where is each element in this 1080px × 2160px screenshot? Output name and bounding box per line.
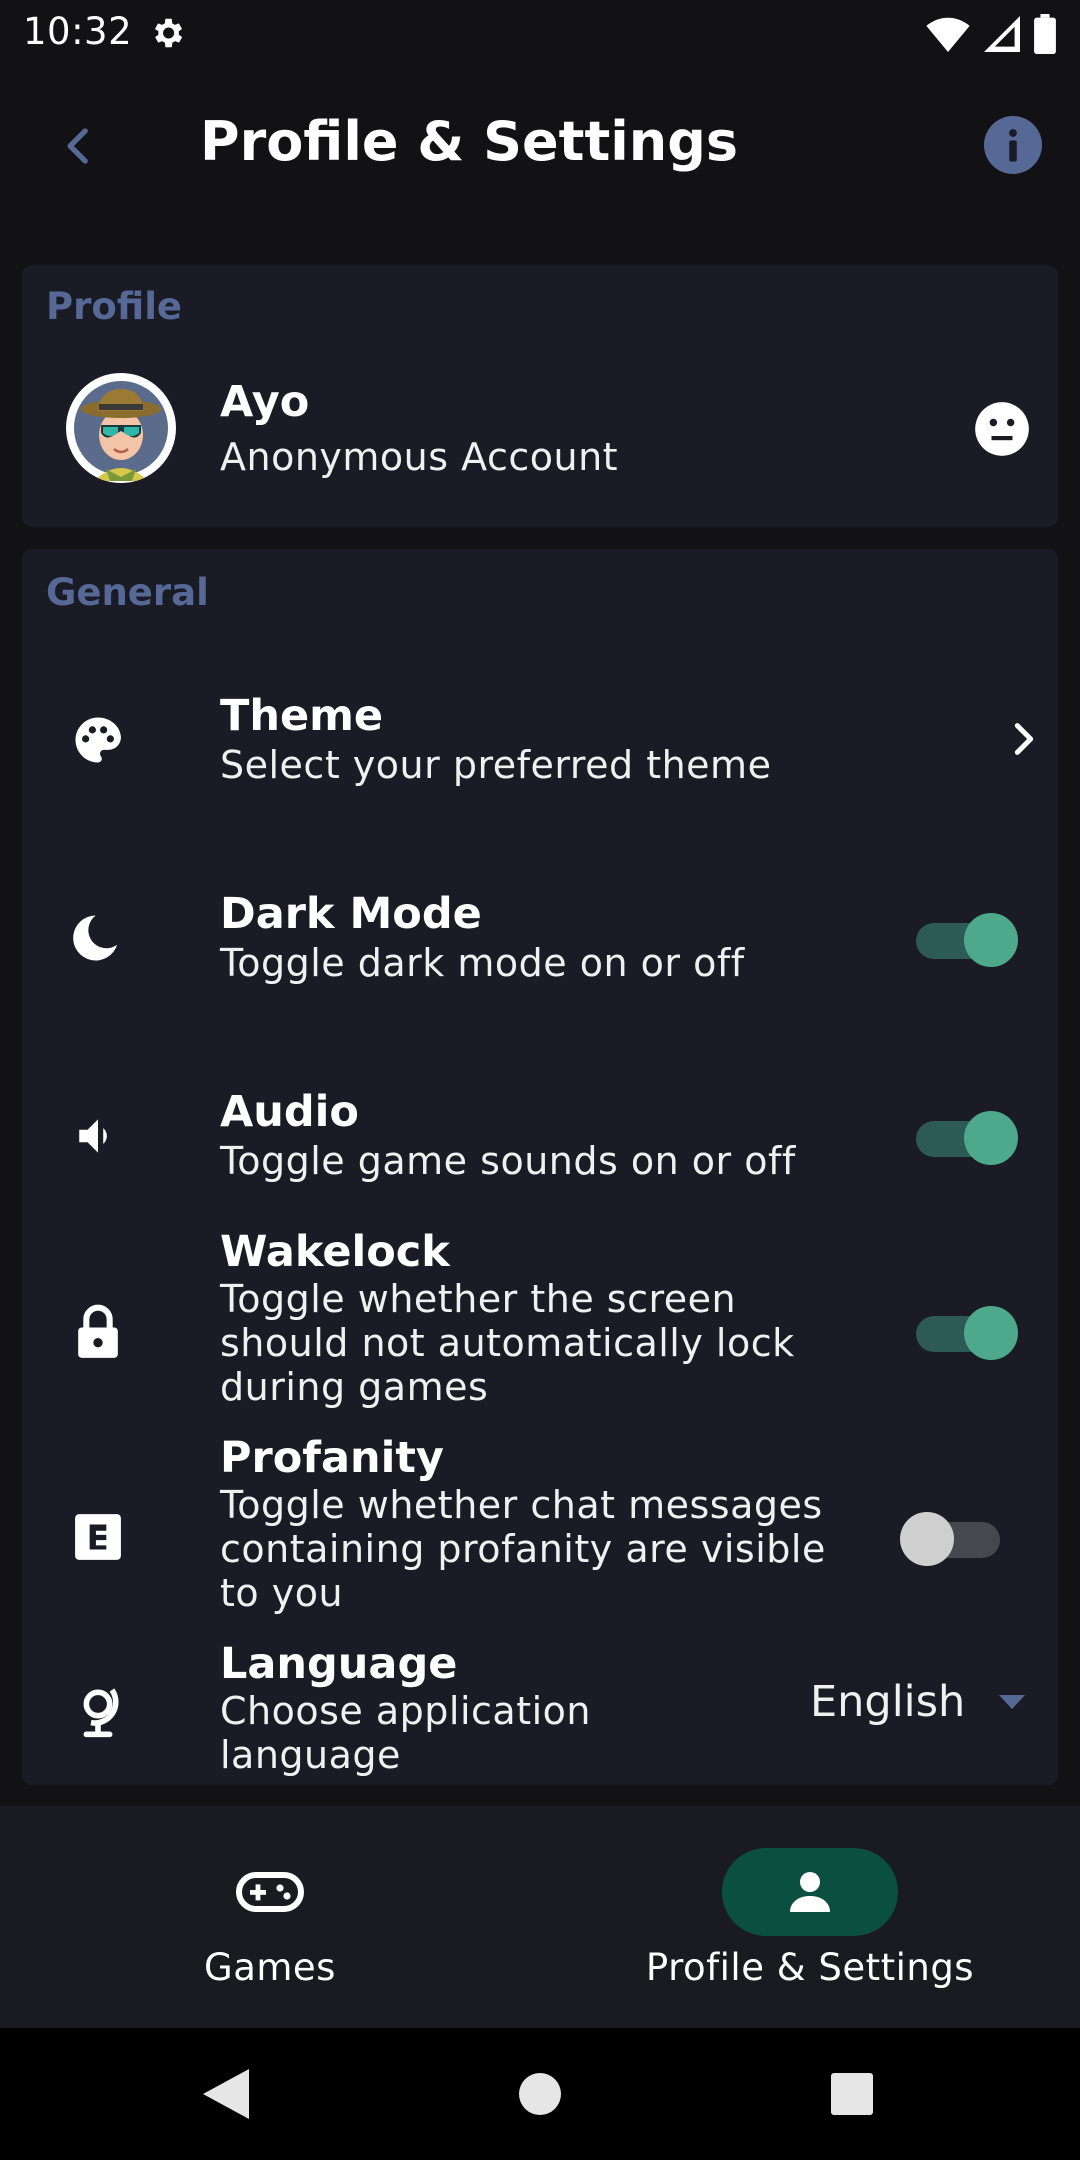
setting-row-dark-mode[interactable]: Dark Mode Toggle dark mode on or off bbox=[22, 847, 1058, 1027]
status-bar: 10:32 bbox=[0, 0, 1080, 66]
nav-profile-active-indicator bbox=[722, 1848, 898, 1936]
section-label-profile: Profile bbox=[46, 285, 182, 328]
system-recents-button[interactable] bbox=[822, 2064, 882, 2124]
system-nav-bar bbox=[0, 2028, 1080, 2160]
dark-mode-description: Toggle dark mode on or off bbox=[220, 941, 745, 985]
battery-icon bbox=[1034, 14, 1056, 54]
signal-icon bbox=[984, 16, 1020, 52]
info-icon bbox=[1009, 129, 1017, 162]
globe-icon bbox=[70, 1683, 126, 1739]
setting-row-profanity[interactable]: Profanity Toggle whether chat messages c… bbox=[22, 1433, 1058, 1639]
toggle-thumb bbox=[964, 913, 1018, 967]
person-icon bbox=[790, 1872, 830, 1912]
setting-row-theme[interactable]: Theme Select your preferred theme bbox=[22, 649, 1058, 829]
triangle-back-icon bbox=[203, 2069, 249, 2119]
back-button[interactable] bbox=[48, 118, 104, 174]
setting-row-audio[interactable]: Audio Toggle game sounds on or off bbox=[22, 1045, 1058, 1225]
wakelock-toggle[interactable] bbox=[908, 1303, 1018, 1360]
dark-mode-toggle[interactable] bbox=[908, 910, 1018, 967]
audio-title: Audio bbox=[220, 1087, 359, 1137]
nav-item-games[interactable]: Games bbox=[120, 1806, 420, 2028]
status-time: 10:32 bbox=[23, 10, 133, 53]
theme-description: Select your preferred theme bbox=[220, 743, 772, 787]
nav-profile-label: Profile & Settings bbox=[645, 1946, 975, 1989]
theme-title: Theme bbox=[220, 691, 384, 741]
general-card: General Theme Select your preferred them… bbox=[22, 549, 1058, 1785]
info-button[interactable] bbox=[984, 116, 1042, 174]
toggle-thumb bbox=[900, 1512, 954, 1566]
language-description: Choose application language bbox=[220, 1689, 591, 1777]
moon-icon bbox=[70, 910, 126, 966]
system-home-button[interactable] bbox=[510, 2064, 570, 2124]
avatar[interactable] bbox=[66, 373, 176, 483]
language-selected-value: English bbox=[810, 1677, 966, 1727]
setting-row-language[interactable]: Language Choose application language Eng… bbox=[22, 1639, 1058, 1779]
dropdown-arrow-icon bbox=[999, 1695, 1026, 1709]
avatar-image bbox=[68, 375, 174, 481]
nav-item-profile-settings[interactable]: Profile & Settings bbox=[600, 1806, 1020, 2028]
square-recents-icon bbox=[831, 2073, 873, 2115]
language-title: Language bbox=[220, 1639, 458, 1689]
chevron-left-icon bbox=[67, 128, 88, 164]
page-title: Profile & Settings bbox=[200, 110, 739, 173]
profanity-toggle[interactable] bbox=[900, 1509, 1010, 1566]
language-select[interactable]: English bbox=[810, 1677, 1026, 1727]
status-icons bbox=[926, 14, 1056, 54]
lock-icon bbox=[70, 1303, 126, 1359]
profile-name: Ayo bbox=[220, 377, 310, 427]
app-bar: Profile & Settings bbox=[0, 66, 1080, 224]
nav-games-label: Games bbox=[204, 1946, 336, 1989]
wifi-icon bbox=[926, 17, 970, 52]
setting-row-wakelock[interactable]: Wakelock Toggle whether the screen shoul… bbox=[22, 1227, 1058, 1433]
toggle-thumb bbox=[964, 1111, 1018, 1165]
audio-description: Toggle game sounds on or off bbox=[220, 1139, 796, 1183]
gamepad-icon bbox=[236, 1872, 304, 1912]
bottom-nav: Games Profile & Settings bbox=[0, 1806, 1080, 2028]
speaker-icon bbox=[70, 1108, 126, 1164]
explicit-icon bbox=[70, 1509, 126, 1565]
profanity-description: Toggle whether chat messages containing … bbox=[220, 1483, 826, 1615]
wakelock-description: Toggle whether the screen should not aut… bbox=[220, 1277, 795, 1409]
audio-toggle[interactable] bbox=[908, 1108, 1018, 1165]
settings-icon bbox=[154, 18, 183, 48]
system-back-button[interactable] bbox=[196, 2064, 256, 2124]
nav-games-icon-container bbox=[196, 1848, 344, 1936]
profile-account-type: Anonymous Account bbox=[220, 435, 619, 479]
section-label-general: General bbox=[46, 571, 209, 614]
dark-mode-title: Dark Mode bbox=[220, 889, 482, 939]
circle-home-icon bbox=[519, 2073, 561, 2115]
toggle-thumb bbox=[964, 1306, 1018, 1360]
screen: 10:32 Profile & Settings Profile Ayo Ano… bbox=[0, 0, 1080, 2160]
chevron-right-icon bbox=[1014, 723, 1034, 755]
wakelock-title: Wakelock bbox=[220, 1227, 450, 1277]
neutral-face-icon[interactable] bbox=[974, 401, 1030, 457]
profile-card[interactable]: Profile Ayo Anonymous Account bbox=[22, 265, 1058, 527]
profanity-title: Profanity bbox=[220, 1433, 444, 1483]
palette-icon bbox=[70, 712, 126, 768]
